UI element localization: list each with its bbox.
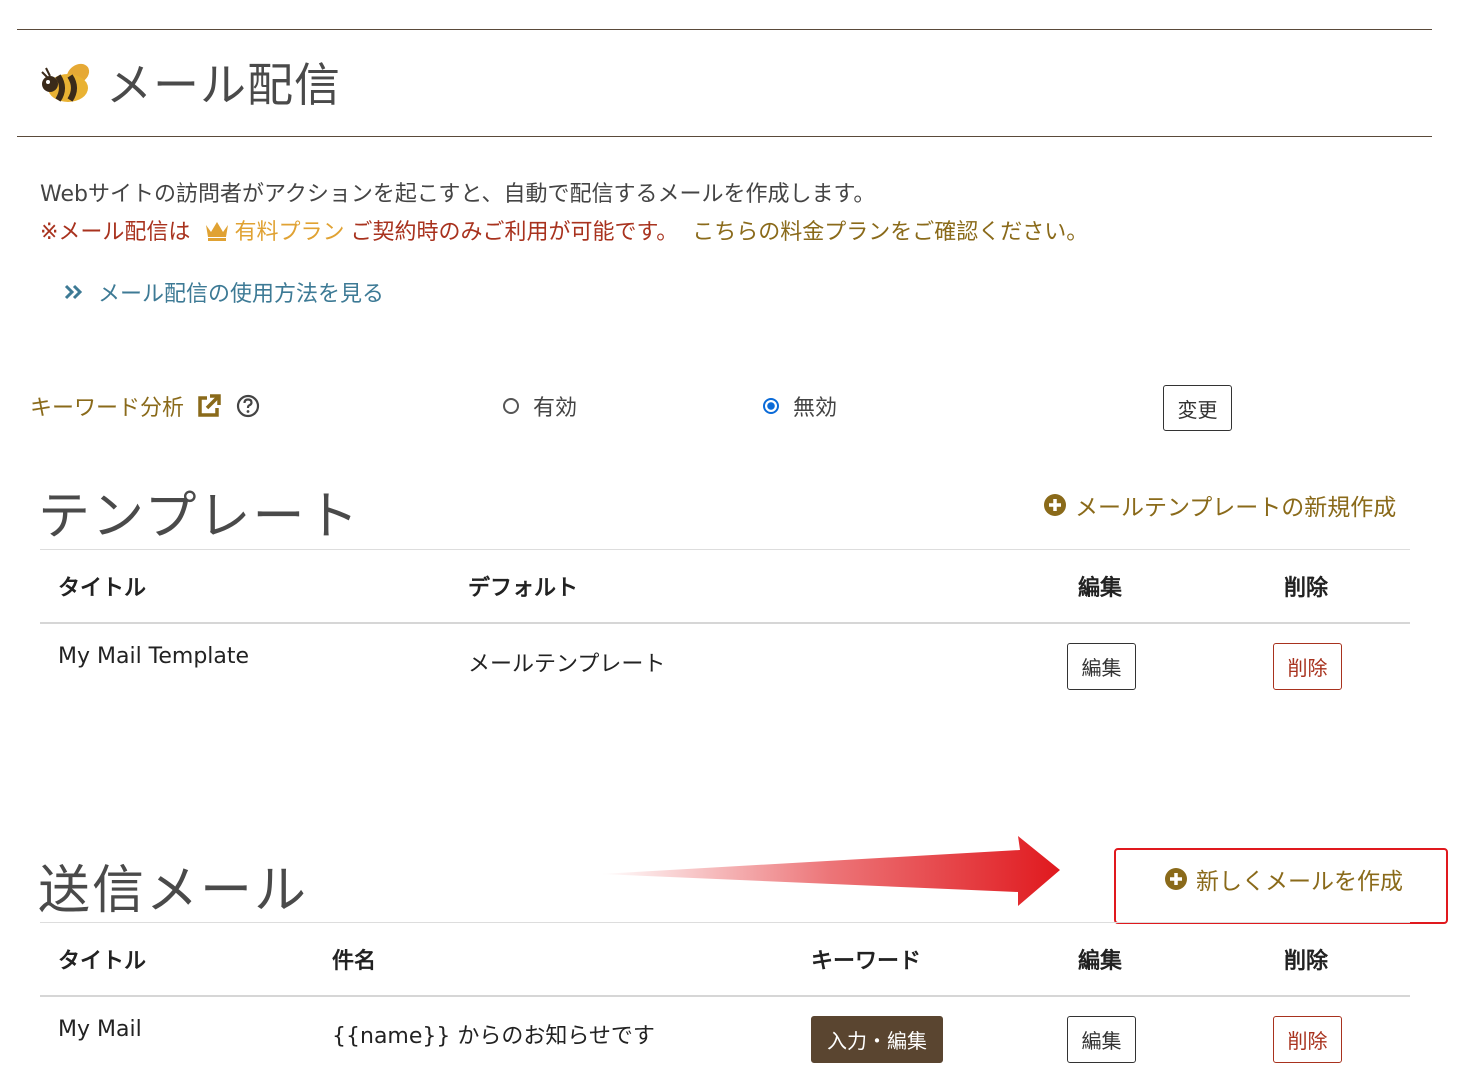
howto-link-label: メール配信の使用方法を見る xyxy=(98,282,385,307)
templates-col-title: タイトル xyxy=(58,576,147,601)
pricing-link[interactable]: こちらの料金プランをご確認ください。 xyxy=(692,214,1088,246)
keyword-analysis-label: キーワード分析 xyxy=(30,390,260,422)
sent-row-subject: {{name}} からのお知らせです xyxy=(332,1024,655,1049)
sent-row-title: My Mail xyxy=(58,1017,142,1042)
radio-enabled-circle[interactable] xyxy=(503,398,519,414)
header-top-divider xyxy=(17,29,1432,30)
sent-col-title: タイトル xyxy=(58,949,147,974)
header-bottom-divider xyxy=(17,136,1432,137)
create-template-link[interactable]: メールテンプレートの新規作成 xyxy=(1043,488,1396,522)
sent-delete-button[interactable]: 削除 xyxy=(1273,1016,1342,1063)
notice-prefix: ※メール配信は xyxy=(40,220,191,245)
plus-circle-icon xyxy=(1165,868,1187,890)
sent-col-subject: 件名 xyxy=(332,949,377,974)
intro-description: Webサイトの訪問者がアクションを起こすと、自動で配信するメールを作成します。 xyxy=(40,182,876,207)
templates-header-border xyxy=(40,622,1410,624)
keyword-analysis-text: キーワード分析 xyxy=(30,396,185,421)
radio-disabled-label: 無効 xyxy=(793,396,838,421)
create-template-label: メールテンプレートの新規作成 xyxy=(1075,495,1397,521)
question-circle-icon[interactable] xyxy=(236,394,260,418)
sent-mails-header-border xyxy=(40,995,1410,997)
radio-enabled[interactable]: 有効 xyxy=(503,390,577,422)
page-title: メール配信 xyxy=(106,58,341,112)
sent-mails-table-top-border xyxy=(40,922,1410,923)
create-mail-label: 新しくメールを作成 xyxy=(1196,869,1403,895)
sent-col-delete: 削除 xyxy=(1284,949,1329,974)
radio-enabled-label: 有効 xyxy=(533,396,578,421)
external-link-icon[interactable] xyxy=(196,393,222,419)
templates-col-edit: 編集 xyxy=(1078,576,1123,601)
radio-disabled-circle[interactable] xyxy=(763,398,779,414)
templates-col-default: デフォルト xyxy=(468,576,579,601)
bee-icon xyxy=(41,63,90,102)
template-row-title: My Mail Template xyxy=(58,644,250,669)
keyword-input-edit-button[interactable]: 入力・編集 xyxy=(811,1016,943,1063)
templates-col-delete: 削除 xyxy=(1284,576,1329,601)
howto-link[interactable]: メール配信の使用方法を見る xyxy=(64,276,384,308)
sent-col-keyword: キーワード xyxy=(811,949,922,974)
paid-plan-notice: ※メール配信は 有料プラン ご契約時のみご利用が可能です。 こちらの料金プランを… xyxy=(40,214,1088,246)
template-edit-button[interactable]: 編集 xyxy=(1067,643,1136,690)
templates-section-title: テンプレート xyxy=(38,487,361,547)
templates-table-top-border xyxy=(40,549,1410,550)
template-row-default: メールテンプレート xyxy=(468,652,666,677)
double-chevron-right-icon xyxy=(64,284,83,300)
red-arrow-icon xyxy=(600,836,1060,906)
crown-icon xyxy=(206,222,229,241)
sent-edit-button[interactable]: 編集 xyxy=(1067,1016,1136,1063)
sent-col-edit: 編集 xyxy=(1078,949,1123,974)
page-header: メール配信 xyxy=(40,52,341,112)
radio-disabled[interactable]: 無効 xyxy=(763,390,837,422)
notice-middle: ご契約時のみご利用が可能です。 xyxy=(350,220,679,245)
keyword-change-button[interactable]: 変更 xyxy=(1163,385,1232,431)
create-mail-link[interactable]: 新しくメールを作成 xyxy=(1164,862,1403,896)
plus-circle-icon xyxy=(1044,494,1066,516)
paid-plan-link[interactable]: 有料プラン xyxy=(234,214,344,246)
sent-mails-section-title: 送信メール xyxy=(38,861,309,921)
template-delete-button[interactable]: 削除 xyxy=(1273,643,1342,690)
